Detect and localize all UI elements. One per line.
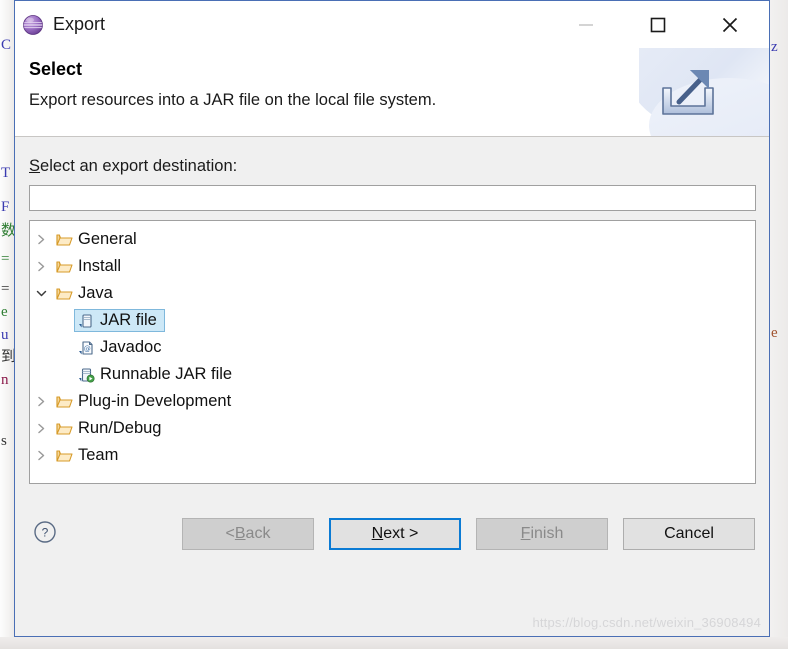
next-button-mnemonic: N: [371, 525, 384, 542]
tree-item-label: Javadoc: [100, 338, 162, 356]
watermark: https://blog.csdn.net/weixin_36908494: [532, 615, 761, 630]
page-description: Export resources into a JAR file on the …: [29, 91, 437, 109]
background-text-fragment: s: [1, 433, 7, 449]
background-text-fragment: e: [1, 304, 8, 320]
close-icon[interactable]: [707, 1, 753, 48]
chevron-right-icon[interactable]: [30, 261, 52, 272]
background-text-fragment: 到: [1, 349, 14, 365]
dialog-button-bar: < Back Next > Finish Cancel: [182, 518, 755, 550]
tree-item-general[interactable]: General: [30, 226, 755, 253]
tree-item-team[interactable]: Team: [30, 442, 755, 469]
folder-icon: [54, 232, 74, 247]
folder-icon: [54, 394, 74, 409]
finish-button[interactable]: Finish: [476, 518, 608, 550]
next-button[interactable]: Next >: [329, 518, 461, 550]
tree-item-label: Install: [78, 257, 122, 275]
tree-item-javadoc[interactable]: @ Javadoc: [30, 334, 755, 361]
tree-item-label: Plug-in Development: [78, 392, 232, 410]
tree-item-label: Team: [78, 446, 119, 464]
background-right-strip: ze: [770, 0, 788, 649]
tree-item-install[interactable]: Install: [30, 253, 755, 280]
tree-item-label: Run/Debug: [78, 419, 162, 437]
folder-icon: [54, 421, 74, 436]
tree-item-label: General: [78, 230, 137, 248]
javadoc-icon: @: [76, 340, 96, 356]
dialog-body: Select an export destination: General In…: [15, 137, 769, 636]
tree-item-java[interactable]: Java: [30, 280, 755, 307]
help-question-icon[interactable]: ?: [33, 520, 57, 544]
background-text-fragment: 数: [1, 223, 14, 239]
background-text-fragment: z: [771, 39, 778, 55]
header-banner: [639, 48, 769, 136]
background-text-fragment: C: [1, 37, 12, 53]
window-controls: [563, 1, 769, 48]
tree-item-jar-file[interactable]: JAR file: [30, 307, 755, 334]
cancel-button[interactable]: Cancel: [623, 518, 755, 550]
back-button[interactable]: < Back: [182, 518, 314, 550]
minimize-icon[interactable]: [563, 1, 609, 48]
tree-item-run-debug[interactable]: Run/Debug: [30, 415, 755, 442]
background-text-fragment: F: [1, 199, 10, 215]
folder-icon: [54, 448, 74, 463]
chevron-right-icon[interactable]: [30, 396, 52, 407]
background-left-strip: C T F 数 = = e u 到 n s: [0, 0, 14, 649]
back-button-mnemonic: B: [234, 525, 246, 542]
background-text-fragment: T: [1, 165, 11, 181]
destination-label: Select an export destination:: [29, 157, 237, 176]
dialog-titlebar[interactable]: Export: [15, 1, 769, 48]
dialog-title: Export: [53, 14, 106, 34]
svg-text:?: ?: [42, 526, 49, 540]
tree-item-plug-in-development[interactable]: Plug-in Development: [30, 388, 755, 415]
background-text-fragment: =: [1, 251, 10, 267]
back-button-prefix: <: [225, 525, 235, 542]
next-button-suffix: ext >: [383, 525, 419, 542]
export-box-arrow-icon: [657, 62, 719, 122]
folder-icon: [54, 286, 74, 301]
destination-input[interactable]: [29, 185, 756, 211]
runnable-jar-icon: [76, 367, 96, 383]
cancel-button-label: Cancel: [664, 525, 714, 542]
tree-item-selected-highlight: JAR file: [74, 309, 165, 332]
tree-item-runnable-jar-file[interactable]: Runnable JAR file: [30, 361, 755, 388]
svg-text:@: @: [83, 345, 90, 353]
tree-item-label: JAR file: [100, 311, 157, 329]
export-dialog: Export Select Export resources into a JA…: [14, 0, 770, 637]
page-title: Select: [29, 59, 83, 79]
tree-item-label: Runnable JAR file: [100, 365, 233, 383]
back-button-suffix: ack: [245, 525, 271, 542]
dialog-header: Select Export resources into a JAR file …: [15, 48, 769, 137]
destination-label-mnemonic: S: [29, 157, 41, 175]
destination-label-rest: elect an export destination:: [40, 157, 238, 175]
export-destination-tree[interactable]: General Install Java JAR file @ Javadoc …: [29, 220, 756, 484]
chevron-right-icon[interactable]: [30, 450, 52, 461]
dialog-footer: ? < Back Next > Finish Cancel: [15, 501, 769, 563]
background-text-fragment: n: [1, 372, 9, 388]
maximize-icon[interactable]: [635, 1, 681, 48]
finish-button-mnemonic: F: [520, 525, 531, 542]
tree-item-label: Java: [78, 284, 113, 302]
export-sphere-icon: [22, 14, 44, 36]
background-text-fragment: e: [771, 325, 778, 341]
chevron-right-icon[interactable]: [30, 234, 52, 245]
background-bottom-strip: [0, 637, 788, 649]
jar-file-icon: [76, 313, 96, 329]
background-text-fragment: =: [1, 281, 10, 297]
background-text-fragment: u: [1, 327, 9, 343]
chevron-down-icon[interactable]: [30, 289, 52, 298]
finish-button-suffix: inish: [530, 525, 564, 542]
chevron-right-icon[interactable]: [30, 423, 52, 434]
folder-icon: [54, 259, 74, 274]
